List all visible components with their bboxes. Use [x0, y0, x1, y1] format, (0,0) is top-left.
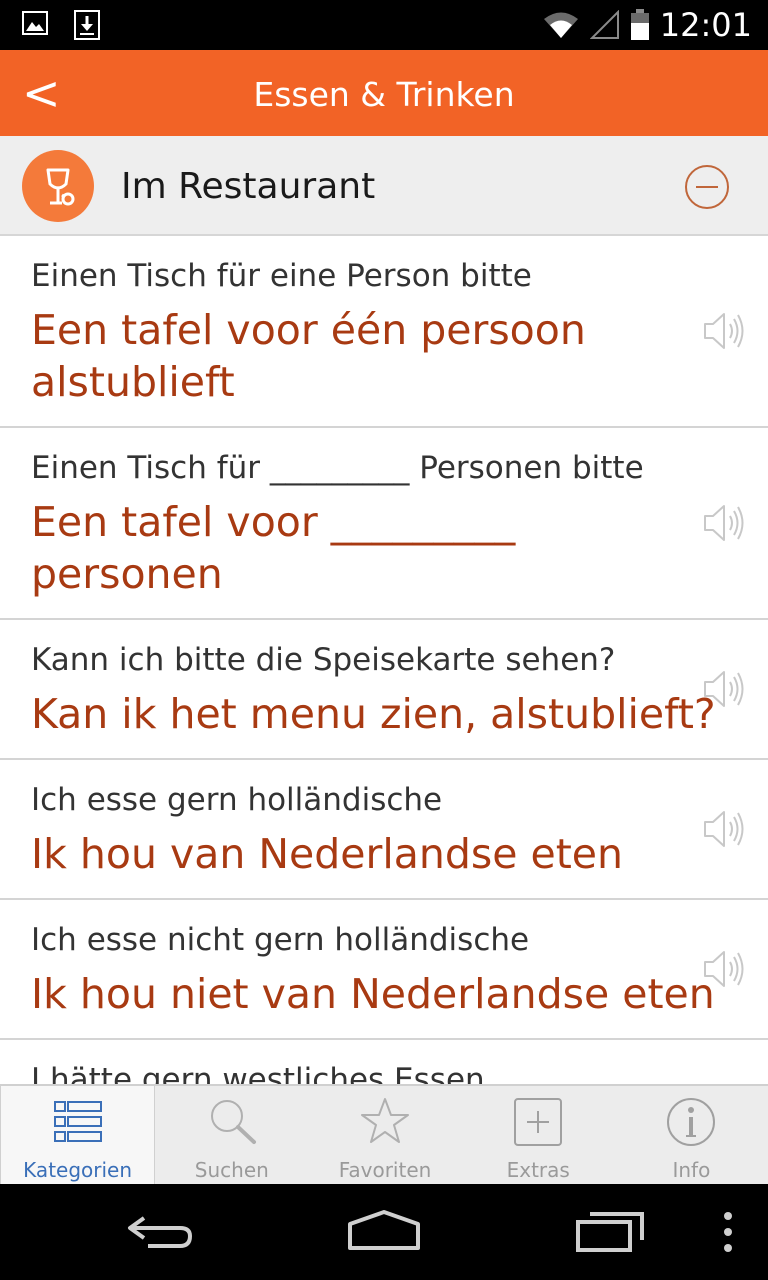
phrase-source: Einen Tisch für _________ Personen bitte: [31, 450, 644, 486]
phrase-translation: Een tafel voor één persoon alstublieft: [31, 306, 586, 406]
speaker-icon: [704, 671, 744, 707]
phrase-item[interactable]: Einen Tisch für _________ Personen bitte…: [0, 428, 768, 620]
category-header[interactable]: Im Restaurant: [0, 136, 768, 236]
speaker-icon: [704, 313, 744, 349]
phrase-item[interactable]: Ich esse gern holländische Ik hou van Ne…: [0, 760, 768, 900]
info-icon: [667, 1098, 716, 1146]
speaker-icon: [704, 811, 744, 847]
tab-extras[interactable]: Extras: [462, 1086, 615, 1184]
screen: 12:01 < Essen & Trinken Im Restaurant Ei…: [0, 0, 768, 1280]
speaker-icon: [704, 951, 744, 987]
tab-suchen[interactable]: Suchen: [155, 1086, 308, 1184]
phrase-item[interactable]: Einen Tisch für eine Person bitte Een ta…: [0, 236, 768, 428]
signal-icon: [589, 10, 619, 39]
phrase-source: I hätte gern westliches Essen: [31, 1062, 485, 1084]
phrase-list[interactable]: Einen Tisch für eine Person bitte Een ta…: [0, 236, 768, 1084]
home-nav-icon[interactable]: [346, 1208, 422, 1256]
tab-label: Suchen: [194, 1158, 269, 1182]
recent-apps-nav-icon[interactable]: [574, 1208, 646, 1256]
phrase-translation: Kan ik het menu zien, alstublieft?: [31, 690, 716, 738]
phrase-source: Ich esse gern holländische: [31, 782, 443, 818]
phrase-translation: Ik hou niet van Nederlandse eten: [31, 970, 715, 1018]
download-notification-icon: [74, 10, 100, 40]
phrase-source: Kann ich bitte die Speisekarte sehen?: [31, 642, 616, 678]
back-nav-icon[interactable]: [124, 1208, 196, 1256]
speaker-button[interactable]: [702, 309, 746, 353]
phrase-item[interactable]: Ich esse nicht gern holländische Ik hou …: [0, 900, 768, 1040]
battery-icon: [630, 9, 649, 40]
phrase-item[interactable]: Kann ich bitte die Speisekarte sehen? Ka…: [0, 620, 768, 760]
action-bar: < Essen & Trinken: [0, 50, 768, 136]
wifi-icon: [543, 12, 578, 38]
system-icons: 12:01: [542, 4, 752, 46]
speaker-button[interactable]: [702, 947, 746, 991]
tab-favoriten[interactable]: Favoriten: [308, 1086, 461, 1184]
phrase-source: Einen Tisch für eine Person bitte: [31, 258, 532, 294]
wine-glass-icon: [22, 150, 94, 222]
phrase-item[interactable]: I hätte gern westliches Essen: [0, 1040, 768, 1084]
star-icon: [361, 1098, 409, 1143]
tab-info[interactable]: Info: [615, 1086, 768, 1184]
notification-icons: [22, 10, 100, 40]
list-icon: [53, 1101, 102, 1142]
phrase-translation: Een tafel voor _________ personen: [31, 498, 516, 598]
overflow-menu-icon[interactable]: [720, 1208, 736, 1256]
phrase-translation: Ik hou van Nederlandse eten: [31, 830, 624, 878]
tab-label: Info: [672, 1158, 711, 1182]
tab-label: Extras: [506, 1158, 570, 1182]
status-bar: 12:01: [0, 0, 768, 50]
speaker-button[interactable]: [702, 807, 746, 851]
plus-box-icon: [514, 1098, 563, 1146]
speaker-icon: [704, 505, 744, 541]
image-notification-icon: [22, 11, 48, 35]
collapse-button[interactable]: [684, 164, 730, 210]
tab-kategorien[interactable]: Kategorien: [0, 1086, 156, 1184]
speaker-button[interactable]: [702, 667, 746, 711]
nav-bar: [0, 1184, 768, 1280]
minus-circle-icon: [685, 165, 729, 209]
phrase-source: Ich esse nicht gern holländische: [31, 922, 530, 958]
category-title: Im Restaurant: [121, 166, 376, 207]
tab-label: Kategorien: [23, 1158, 133, 1182]
speaker-button[interactable]: [702, 501, 746, 545]
tab-bar: Kategorien Suchen Favoriten Extras Info: [0, 1084, 768, 1184]
tab-label: Favoriten: [338, 1158, 432, 1182]
status-time: 12:01: [659, 6, 752, 44]
search-icon: [210, 1100, 256, 1144]
page-title: Essen & Trinken: [253, 75, 515, 114]
